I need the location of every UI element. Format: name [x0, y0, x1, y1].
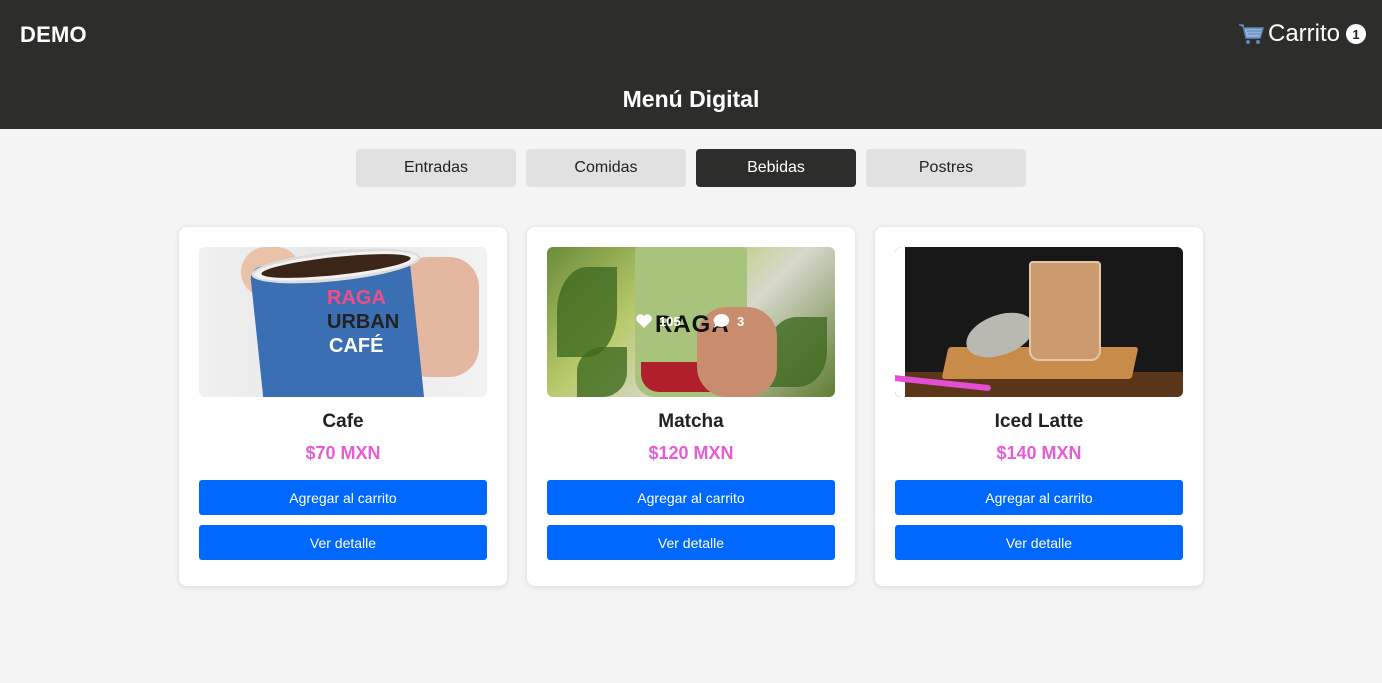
view-detail-button[interactable]: Ver detalle: [547, 525, 835, 560]
add-to-cart-button[interactable]: Agregar al carrito: [547, 480, 835, 515]
product-card-matcha: RAGA 105 3 Matcha $120 MXN Agregar al ca…: [527, 227, 855, 586]
tab-entradas[interactable]: Entradas: [356, 149, 516, 187]
cart-icon: [1238, 24, 1264, 44]
product-card-iced-latte: Iced Latte $140 MXN Agregar al carrito V…: [875, 227, 1203, 586]
cart-count-badge: 1: [1346, 24, 1366, 44]
cart-label: Carrito: [1267, 20, 1340, 47]
view-detail-button[interactable]: Ver detalle: [895, 525, 1183, 560]
view-detail-button[interactable]: Ver detalle: [199, 525, 487, 560]
add-to-cart-button[interactable]: Agregar al carrito: [199, 480, 487, 515]
tab-postres[interactable]: Postres: [866, 149, 1026, 187]
cup-cafe-text: CAFÉ: [329, 335, 384, 357]
brand-logo[interactable]: DEMO: [20, 22, 87, 48]
likes-count: 105: [659, 313, 681, 329]
cart-button[interactable]: Carrito 1: [1238, 20, 1366, 48]
product-name: Iced Latte: [994, 411, 1084, 432]
top-navbar: DEMO Carrito 1: [0, 0, 1382, 70]
cup-brand-text: RAGA: [327, 287, 386, 309]
product-card-cafe: RAGA URBAN CAFÉ Cafe $70 MXN Agregar al …: [179, 227, 507, 586]
likes-overlay: 105: [635, 313, 681, 329]
add-to-cart-button[interactable]: Agregar al carrito: [895, 480, 1183, 515]
tab-comidas[interactable]: Comidas: [526, 149, 686, 187]
product-name: Matcha: [658, 411, 724, 432]
product-price: $70 MXN: [305, 443, 381, 463]
comments-overlay: 3: [713, 313, 744, 329]
product-price: $120 MXN: [648, 443, 734, 463]
product-name: Cafe: [322, 411, 364, 432]
page-header: Menú Digital: [0, 70, 1382, 129]
product-grid: RAGA URBAN CAFÉ Cafe $70 MXN Agregar al …: [0, 227, 1382, 586]
product-image-iced-latte: [895, 247, 1183, 397]
comment-icon: [713, 313, 730, 328]
product-price: $140 MXN: [996, 443, 1082, 463]
cup-urban-text: URBAN: [327, 311, 400, 333]
heart-icon: [636, 314, 652, 328]
category-tabs: Entradas Comidas Bebidas Postres: [0, 149, 1382, 187]
page-title: Menú Digital: [622, 86, 760, 112]
product-image-cafe: RAGA URBAN CAFÉ: [199, 247, 487, 397]
tab-bebidas[interactable]: Bebidas: [696, 149, 856, 187]
comments-count: 3: [737, 313, 745, 329]
product-image-matcha: RAGA 105 3: [547, 247, 835, 397]
